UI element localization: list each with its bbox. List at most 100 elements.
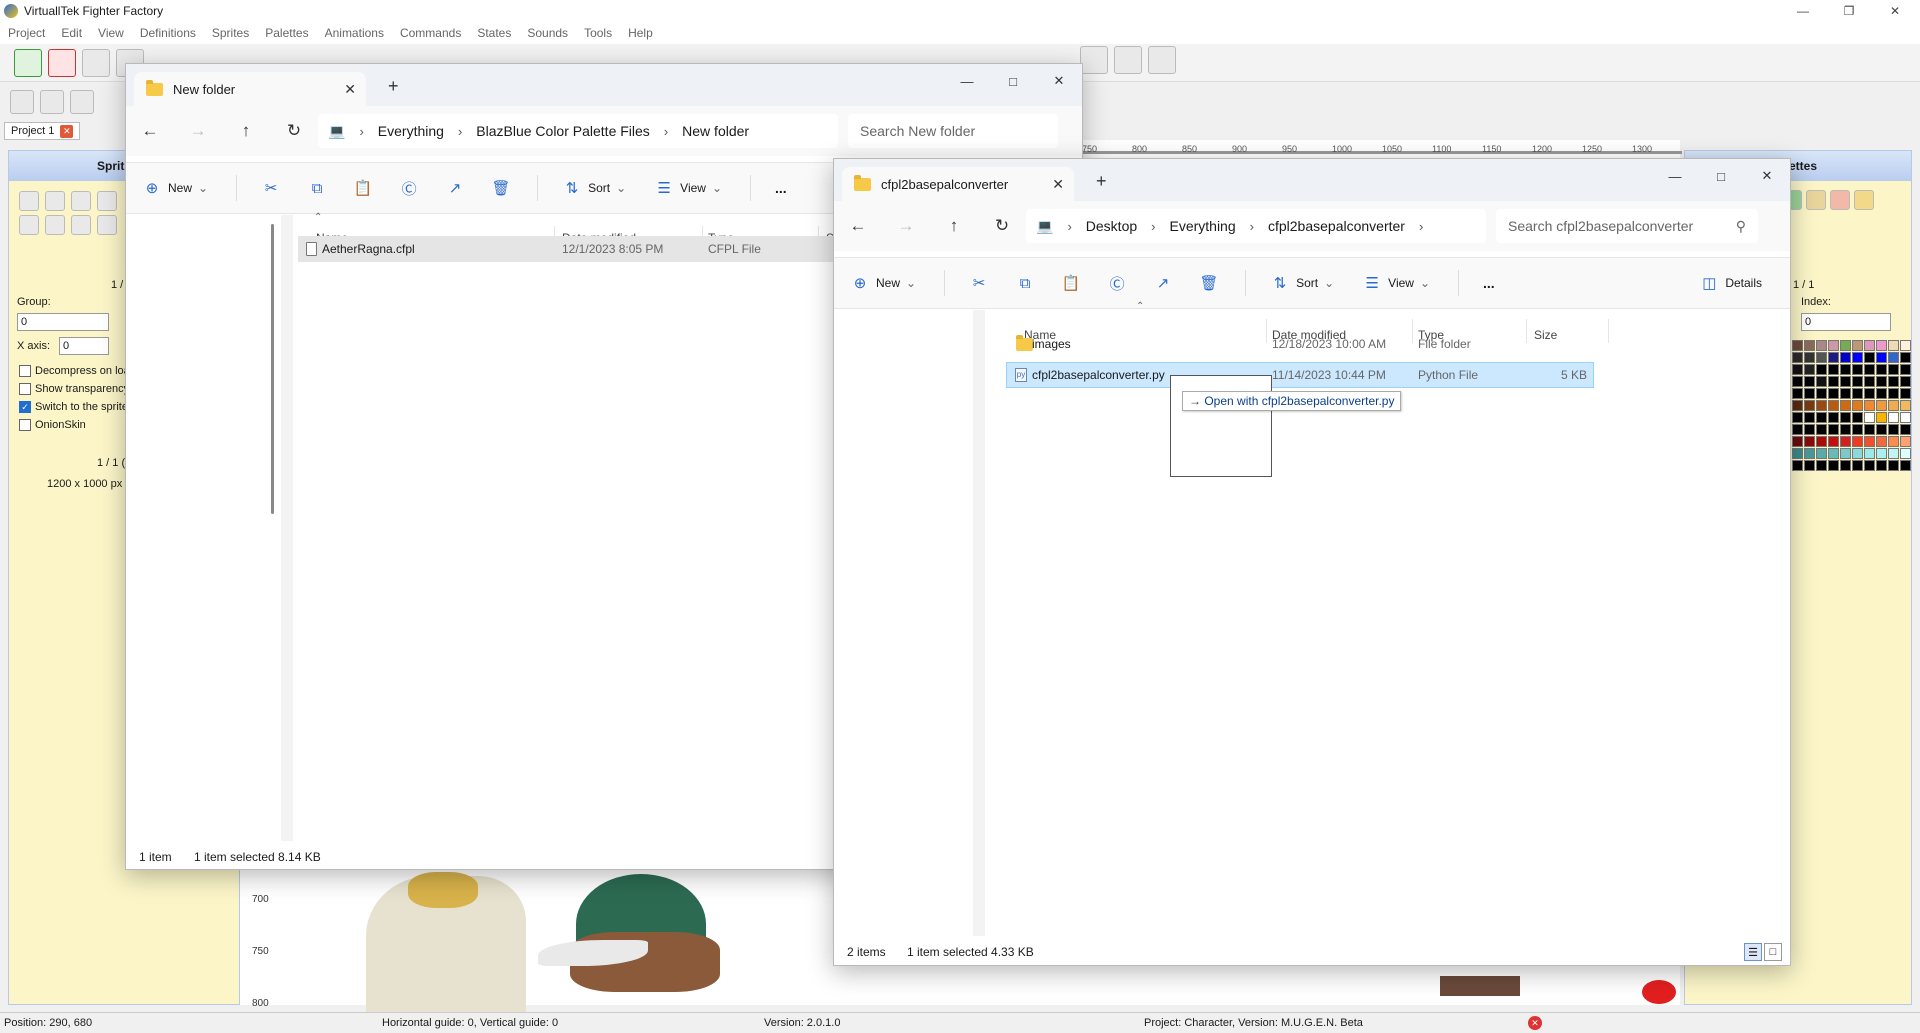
palette-swatch[interactable] (1864, 352, 1875, 363)
palette-swatch[interactable] (1840, 436, 1851, 447)
palette-swatch[interactable] (1816, 388, 1827, 399)
palette-swatch[interactable] (1888, 436, 1899, 447)
share-icon[interactable]: ↗ (445, 179, 465, 197)
palette-swatch[interactable] (1888, 352, 1899, 363)
palette-swatch[interactable] (1888, 376, 1899, 387)
close-window-icon[interactable]: ✕ (1036, 64, 1082, 98)
search-input[interactable]: Search cfpl2basepalconverter ⚲ (1496, 209, 1758, 243)
palette-swatch[interactable] (1816, 448, 1827, 459)
palette-swatch[interactable] (1876, 340, 1887, 351)
palette-swatch[interactable] (1828, 448, 1839, 459)
palette-swatch[interactable] (1852, 376, 1863, 387)
close-icon[interactable]: ✕ (1872, 0, 1918, 22)
palette-swatch[interactable] (1852, 388, 1863, 399)
minimize-icon[interactable]: — (1780, 0, 1826, 22)
axis-tool-icon[interactable] (45, 215, 65, 235)
palette-swatch[interactable] (1852, 412, 1863, 423)
palette-swatch[interactable] (1876, 460, 1887, 471)
palette-swatch[interactable] (1888, 364, 1899, 375)
breadcrumb-item[interactable]: Everything (1169, 218, 1235, 234)
palette-swatch[interactable] (1792, 340, 1803, 351)
chevron-right-icon[interactable]: › (1067, 219, 1071, 234)
file-row-selected[interactable]: py cfpl2basepalconverter.py 11/14/2023 1… (1006, 362, 1594, 388)
palette-swatch[interactable] (1876, 400, 1887, 411)
palette-grid-icon[interactable] (1806, 190, 1826, 210)
onionskin-checkbox[interactable]: OnionSkin (19, 419, 86, 431)
palette-swatch[interactable] (1900, 352, 1911, 363)
up-arrow-icon[interactable]: ↑ (222, 121, 270, 141)
palette-swatch[interactable] (1900, 436, 1911, 447)
palette-swatch[interactable] (1792, 448, 1803, 459)
close-window-icon[interactable]: ✕ (1744, 159, 1790, 193)
menu-help[interactable]: Help (628, 26, 653, 40)
palette-swatch[interactable] (1792, 388, 1803, 399)
palette-swatch[interactable] (1900, 448, 1911, 459)
palette-swatch[interactable] (1828, 340, 1839, 351)
palette-swatch[interactable] (1888, 400, 1899, 411)
palette-swatch[interactable] (1876, 448, 1887, 459)
copy-icon[interactable]: ⧉ (307, 180, 327, 197)
palette-swatch[interactable] (1804, 448, 1815, 459)
maximize-icon[interactable]: □ (990, 64, 1036, 98)
breadcrumb-item[interactable]: Everything (378, 123, 444, 139)
palette-swatch[interactable] (1888, 460, 1899, 471)
pane-splitter[interactable] (973, 310, 985, 936)
rename-icon[interactable]: Ⓒ (399, 178, 419, 199)
menu-project[interactable]: Project (8, 26, 45, 40)
palette-swatch[interactable] (1852, 400, 1863, 411)
save-sprite-icon[interactable] (71, 191, 91, 211)
decompress-checkbox[interactable]: Decompress on loa (19, 365, 130, 377)
add-sprite-icon[interactable] (19, 191, 39, 211)
palette-swatch[interactable] (1816, 412, 1827, 423)
palette-swatch[interactable] (1804, 340, 1815, 351)
menu-view[interactable]: View (98, 26, 124, 40)
palette-swatch[interactable] (1876, 424, 1887, 435)
palette-swatch[interactable] (1840, 424, 1851, 435)
palette-swatch[interactable] (1828, 400, 1839, 411)
image-tool-icon[interactable] (97, 215, 117, 235)
switch-sprite-checkbox[interactable]: ✓ Switch to the sprite (19, 401, 128, 413)
new-button[interactable]: ⊕ New ⌄ (142, 179, 208, 197)
chevron-right-icon[interactable]: › (1151, 219, 1155, 234)
pane-splitter[interactable] (281, 215, 293, 841)
edit-sprite-icon[interactable] (97, 191, 117, 211)
palette-swatch[interactable] (1792, 364, 1803, 375)
palette-swatch[interactable] (1876, 352, 1887, 363)
this-pc-icon[interactable]: 💻 (328, 123, 345, 140)
details-pane-button[interactable]: ◫ Details (1699, 274, 1762, 292)
palette-swatch[interactable] (1804, 376, 1815, 387)
palette-swatch[interactable] (1876, 388, 1887, 399)
palette-swatch[interactable] (1792, 460, 1803, 471)
up-arrow-icon[interactable]: ↑ (930, 216, 978, 236)
palette-swatch[interactable] (1816, 436, 1827, 447)
palette-swatch[interactable] (1828, 352, 1839, 363)
palette-swatch[interactable] (1864, 436, 1875, 447)
chevron-right-icon[interactable]: › (1250, 219, 1254, 234)
palette-swatch[interactable] (1804, 388, 1815, 399)
menu-commands[interactable]: Commands (400, 26, 461, 40)
palette-swatch[interactable] (1864, 388, 1875, 399)
breadcrumb[interactable]: 💻 › Desktop › Everything › cfpl2basepalc… (1026, 209, 1486, 243)
menu-animations[interactable]: Animations (325, 26, 384, 40)
close-tab-icon[interactable]: ✕ (1052, 176, 1064, 193)
palette-swatch[interactable] (1816, 352, 1827, 363)
palette-swatch[interactable] (1900, 412, 1911, 423)
palette-swatch[interactable] (1804, 352, 1815, 363)
tiles-view-icon[interactable]: □ (1764, 943, 1782, 961)
transparency-checkbox[interactable]: Show transparency (19, 383, 129, 395)
palette-swatch[interactable] (1900, 388, 1911, 399)
palette-swatch[interactable] (1840, 400, 1851, 411)
explorer-tab[interactable]: New folder ✕ (134, 72, 366, 106)
palette-swatch[interactable] (1852, 340, 1863, 351)
palette-swatch[interactable] (1792, 412, 1803, 423)
maximize-icon[interactable]: □ (1698, 159, 1744, 193)
rename-icon[interactable]: Ⓒ (1107, 273, 1127, 294)
palette-swatch[interactable] (1816, 340, 1827, 351)
delete-icon[interactable]: 🗑 (491, 179, 511, 197)
palette-swatch[interactable] (1840, 364, 1851, 375)
close-project-icon[interactable] (48, 48, 76, 77)
palette-swatch[interactable] (1828, 364, 1839, 375)
palette-swatch[interactable] (1864, 340, 1875, 351)
palette-swatch[interactable] (1900, 376, 1911, 387)
menu-states[interactable]: States (477, 26, 511, 40)
